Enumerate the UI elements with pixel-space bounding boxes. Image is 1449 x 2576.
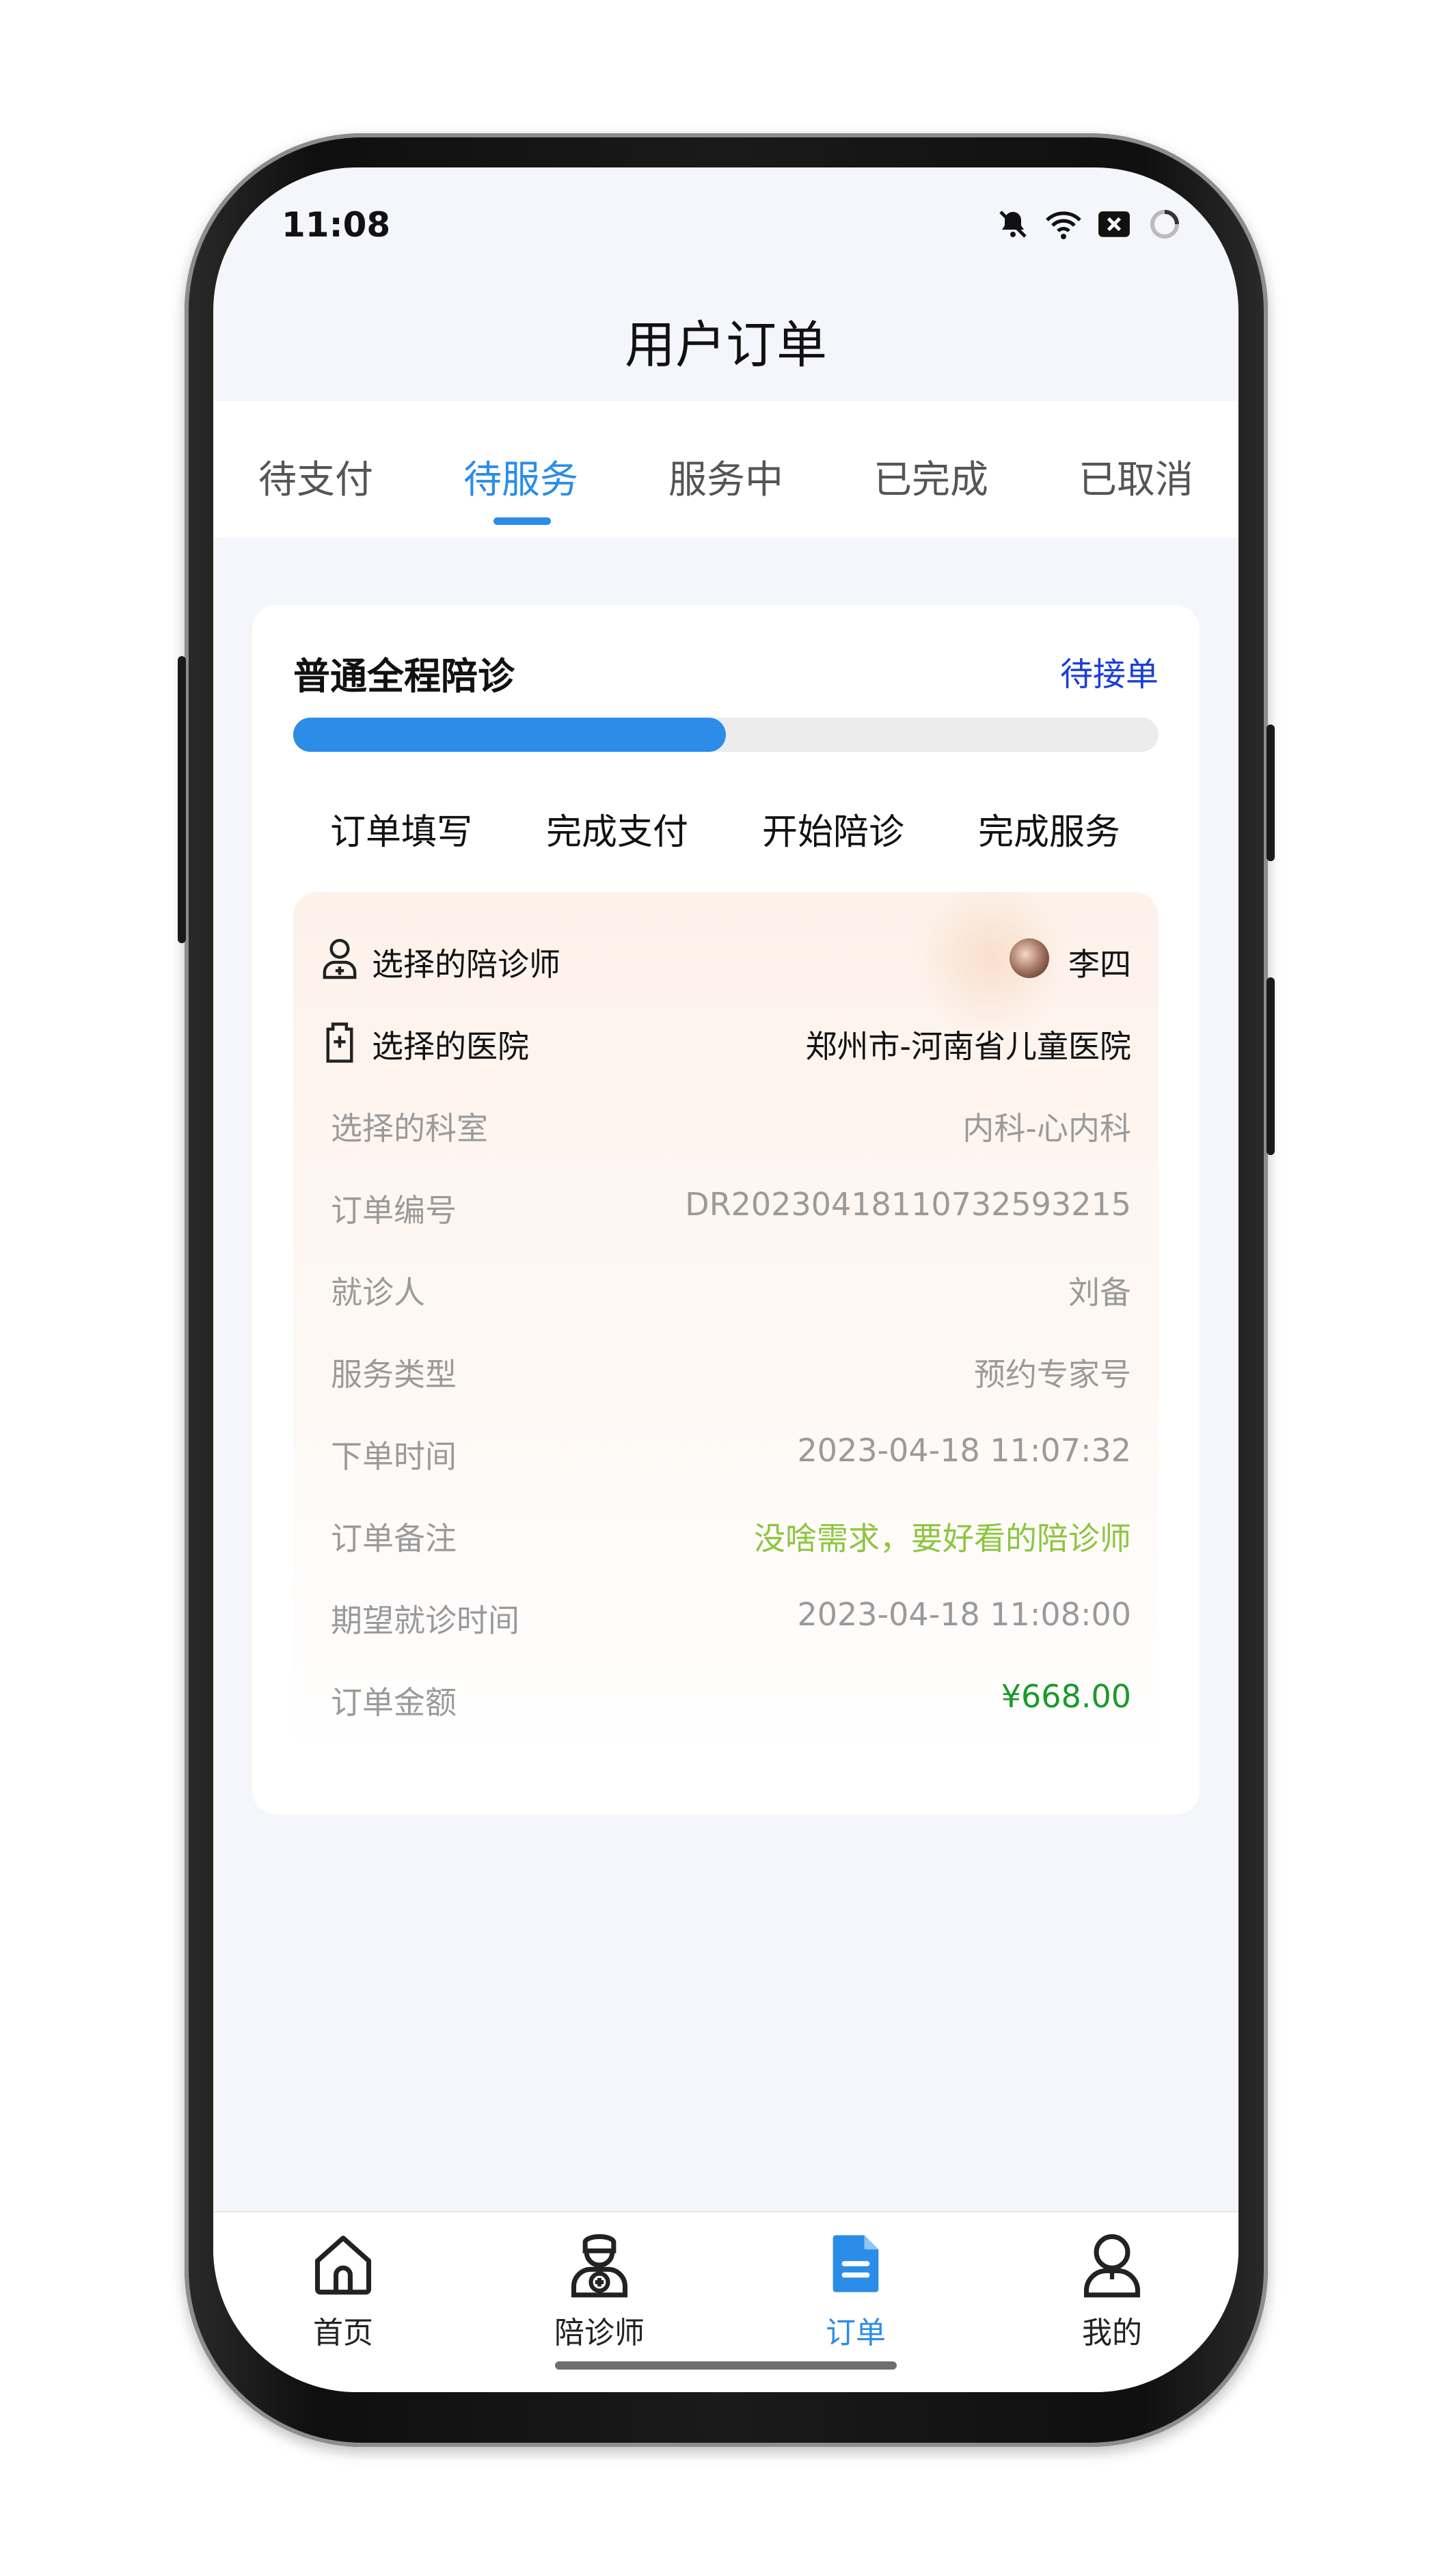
active-tab-indicator — [493, 517, 551, 525]
hospital-value: 郑州市-河南省儿童医院 — [805, 1028, 1131, 1065]
expected-time-label: 期望就诊时间 — [331, 1602, 519, 1639]
order-status: 待接单 — [1059, 655, 1159, 694]
hospital-icon — [319, 1019, 360, 1063]
service-type-label: 服务类型 — [331, 1356, 457, 1393]
wifi-icon — [1044, 205, 1083, 243]
bell-muted-icon — [994, 205, 1032, 243]
step-fill-order: 订单填写 — [329, 812, 472, 853]
order-details: 选择的陪诊师 李四 选择的医院 郑州市-河南省儿童医院 选择的科室 内科-心内科… — [293, 892, 1159, 1760]
department-value: 内科-心内科 — [962, 1110, 1131, 1147]
home-indicator[interactable] — [555, 2361, 897, 2370]
patient-value: 刘备 — [1068, 1274, 1131, 1311]
volume-button — [178, 656, 186, 943]
hospital-label: 选择的医院 — [372, 1028, 529, 1065]
order-number-label: 订单编号 — [331, 1192, 457, 1229]
hospital-row[interactable]: 选择的医院 郑州市-河南省儿童医院 — [293, 1015, 1159, 1070]
status-time: 11:08 — [282, 205, 391, 245]
expected-time-row: 期望就诊时间 2023-04-18 11:08:00 — [293, 1589, 1159, 1644]
escort-icon — [319, 937, 360, 981]
escort-label: 选择的陪诊师 — [372, 946, 560, 983]
nav-orders-label: 订单 — [826, 2316, 886, 2350]
nav-escorts-label: 陪诊师 — [554, 2316, 645, 2350]
department-label: 选择的科室 — [331, 1110, 488, 1147]
tab-cancelled[interactable]: 已取消 — [1033, 449, 1238, 504]
no-sim-icon — [1095, 205, 1133, 243]
page-title: 用户订单 — [625, 316, 827, 375]
order-time-label: 下单时间 — [331, 1438, 457, 1475]
user-icon — [1078, 2229, 1146, 2298]
service-type-row: 服务类型 预约专家号 — [293, 1343, 1159, 1398]
phone-screen: 11:08 用户订单 待支付 待服务 服务中 已完成 已取消 普通全程陪诊 待接… — [213, 167, 1238, 2392]
order-note-row: 订单备注 没啥需求，要好看的陪诊师 — [293, 1507, 1159, 1562]
step-finish-service: 完成服务 — [977, 812, 1120, 853]
order-number-row: 订单编号 DR20230418110732593215 — [293, 1179, 1159, 1234]
patient-row: 就诊人 刘备 — [293, 1261, 1159, 1316]
order-amount-value: ¥668.00 — [1001, 1678, 1131, 1715]
tab-pending-service[interactable]: 待服务 — [418, 449, 623, 504]
escort-row[interactable]: 选择的陪诊师 李四 — [293, 933, 1159, 988]
escort-name: 李四 — [1068, 946, 1131, 983]
order-note-value: 没啥需求，要好看的陪诊师 — [754, 1520, 1131, 1557]
nav-home[interactable]: 首页 — [268, 2229, 418, 2353]
order-amount-row: 订单金额 ¥668.00 — [293, 1671, 1159, 1726]
power-button — [1267, 724, 1275, 861]
order-note-label: 订单备注 — [331, 1520, 457, 1557]
status-bar: 11:08 — [213, 167, 1238, 270]
order-tabs: 待支付 待服务 服务中 已完成 已取消 — [213, 401, 1238, 538]
service-type-value: 预约专家号 — [974, 1356, 1131, 1393]
tab-completed[interactable]: 已完成 — [828, 449, 1033, 504]
nav-profile-label: 我的 — [1082, 2316, 1142, 2350]
order-amount-label: 订单金额 — [331, 1684, 457, 1721]
progress-steps: 订单填写 完成支付 开始陪诊 完成服务 — [293, 803, 1159, 853]
step-payment: 完成支付 — [545, 812, 688, 853]
home-icon — [309, 2229, 377, 2298]
tab-pending-payment[interactable]: 待支付 — [213, 449, 418, 504]
step-start-escort: 开始陪诊 — [761, 812, 904, 853]
nav-home-label: 首页 — [313, 2316, 373, 2350]
status-icons — [994, 205, 1184, 243]
department-row: 选择的科室 内科-心内科 — [293, 1097, 1159, 1152]
order-time-row: 下单时间 2023-04-18 11:07:32 — [293, 1425, 1159, 1480]
doctor-icon — [565, 2229, 634, 2298]
order-time-value: 2023-04-18 11:07:32 — [797, 1432, 1131, 1469]
escort-avatar — [1010, 938, 1049, 978]
order-progress-bar — [293, 718, 1159, 752]
order-icon — [822, 2229, 890, 2298]
side-button — [1267, 977, 1275, 1155]
tab-in-service[interactable]: 服务中 — [623, 449, 828, 504]
order-progress-fill — [293, 718, 726, 752]
nav-profile[interactable]: 我的 — [1037, 2229, 1187, 2353]
loading-icon — [1146, 205, 1184, 243]
order-title: 普通全程陪诊 — [293, 655, 515, 698]
nav-escorts[interactable]: 陪诊师 — [524, 2229, 675, 2353]
order-card[interactable]: 普通全程陪诊 待接单 订单填写 完成支付 开始陪诊 完成服务 选择的陪诊师 李四 — [252, 605, 1200, 1815]
patient-label: 就诊人 — [331, 1274, 425, 1311]
nav-orders[interactable]: 订单 — [781, 2229, 931, 2353]
expected-time-value: 2023-04-18 11:08:00 — [797, 1596, 1131, 1633]
order-number-value: DR20230418110732593215 — [685, 1186, 1131, 1223]
